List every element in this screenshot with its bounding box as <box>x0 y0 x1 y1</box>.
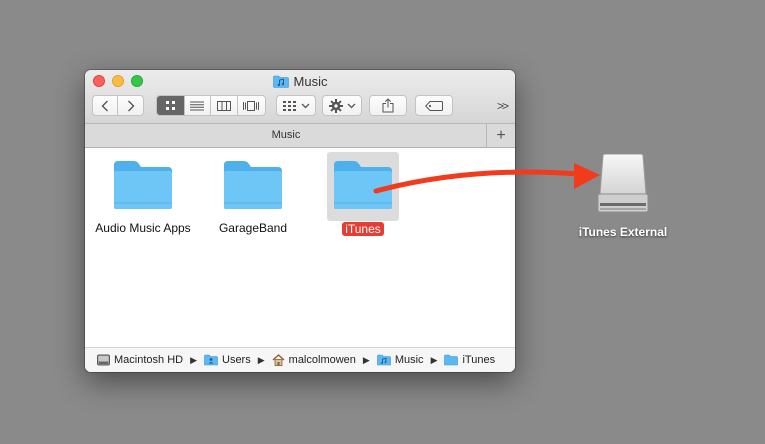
external-drive-icon <box>597 154 649 213</box>
music-folder-icon <box>272 75 289 88</box>
title-bar[interactable]: Music >> <box>85 70 515 123</box>
list-view-button[interactable] <box>185 96 212 115</box>
path-separator: ▶ <box>362 354 370 365</box>
folder-users-icon <box>204 354 218 366</box>
item-label-selected: iTunes <box>342 222 384 236</box>
folder-item-itunes[interactable]: iTunes <box>317 159 409 238</box>
home-icon <box>272 354 285 366</box>
chevron-left-icon <box>101 100 108 111</box>
hard-disk-icon <box>97 354 110 366</box>
cover-flow-view-button[interactable] <box>238 96 265 115</box>
back-forward-control <box>92 95 144 116</box>
tags-button[interactable] <box>415 95 453 116</box>
folder-item-garageband[interactable]: GarageBand <box>205 159 301 235</box>
file-area[interactable]: Audio Music Apps GarageBand iTunes <box>85 148 515 347</box>
gear-icon <box>328 98 343 113</box>
chevron-down-icon <box>347 103 355 108</box>
view-mode-control <box>156 95 266 116</box>
folder-icon <box>224 161 282 209</box>
path-item-itunes[interactable]: iTunes <box>444 354 495 366</box>
folder-item-audio-music-apps[interactable]: Audio Music Apps <box>91 159 195 235</box>
list-icon <box>190 101 205 110</box>
icon-view-button[interactable] <box>157 96 185 115</box>
forward-button[interactable] <box>118 96 143 115</box>
chevron-down-icon <box>301 103 309 108</box>
tag-icon <box>425 100 443 111</box>
path-item-malcolmowen[interactable]: malcolmowen <box>272 354 356 366</box>
music-folder-icon <box>377 354 391 366</box>
back-button[interactable] <box>93 96 119 115</box>
share-button[interactable] <box>369 95 407 116</box>
cover-flow-icon <box>243 100 260 111</box>
column-view-button[interactable] <box>211 96 238 115</box>
toolbar-overflow-button[interactable]: >> <box>497 99 509 113</box>
path-separator: ▶ <box>430 354 438 365</box>
folder-icon <box>334 161 392 209</box>
item-label: GarageBand <box>218 221 288 235</box>
desktop-drive-itunes-external[interactable]: iTunes External <box>574 154 672 239</box>
window-title: Music <box>85 73 515 89</box>
grid-icon <box>165 101 175 110</box>
folder-icon <box>114 161 172 209</box>
path-item-macintosh-hd[interactable]: Macintosh HD <box>97 354 183 366</box>
group-grid-icon <box>282 100 296 111</box>
folder-icon <box>444 354 459 366</box>
tab-bar: Music + <box>85 123 515 148</box>
add-tab-button[interactable]: + <box>486 124 515 147</box>
item-label: Audio Music Apps <box>95 221 191 235</box>
finder-window: Music >> Music + Audio Music Apps Garage… <box>85 70 515 372</box>
columns-icon <box>216 100 231 111</box>
path-separator: ▶ <box>190 354 197 365</box>
path-item-users[interactable]: Users <box>204 354 251 366</box>
chevron-right-icon <box>127 100 134 111</box>
group-by-button[interactable] <box>276 95 316 116</box>
path-item-music[interactable]: Music <box>377 354 424 366</box>
share-icon <box>382 98 394 113</box>
path-separator: ▶ <box>257 354 265 365</box>
action-button[interactable] <box>322 95 362 116</box>
path-bar: Macintosh HD ▶ Users ▶ malcolmowen ▶ Mus… <box>85 347 515 372</box>
tab-music[interactable]: Music <box>85 124 487 147</box>
drive-label: iTunes External <box>578 225 668 239</box>
window-title-text: Music <box>293 73 328 89</box>
